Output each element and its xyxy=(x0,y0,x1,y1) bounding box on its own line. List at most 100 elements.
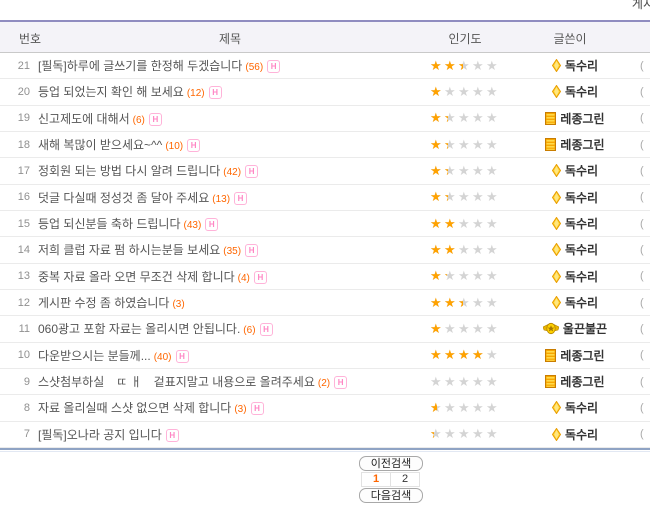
h-icon: H xyxy=(334,376,347,389)
star-fill: ★ xyxy=(444,296,457,310)
author-name[interactable]: 독수리 xyxy=(565,162,598,179)
author-name[interactable]: 독수리 xyxy=(565,241,598,258)
post-number: 14 xyxy=(0,244,36,256)
post-title-link[interactable]: 신고제도에 대해서 xyxy=(38,112,130,126)
table-row: 21[필독]하루에 글쓰기를 한정해 두겠습니다(56)H★★★★★★★★독수리… xyxy=(0,53,650,79)
table-row: 16덧글 다실때 정성것 좀 달아 주세요(13)H★★★★★★★독수리( xyxy=(0,185,650,211)
post-title-link[interactable]: 중복 자료 올라 오면 무조건 삭제 합니다 xyxy=(38,270,235,284)
clipped-column-fragment: ( xyxy=(640,218,650,230)
author-name[interactable]: 레종그린 xyxy=(560,347,604,364)
star-icon: ★ xyxy=(486,322,500,336)
clipped-column-fragment: ( xyxy=(640,165,650,177)
star-icon: ★ xyxy=(486,190,500,204)
header-title: 제목 xyxy=(0,30,460,47)
popularity-stars: ★★★★★★★ xyxy=(422,243,510,257)
star-fill: ★ xyxy=(458,59,463,73)
bulletin-board-table: 번호 제목 인기도 글쓴이 21[필독]하루에 글쓰기를 한정해 두겠습니다(5… xyxy=(0,20,650,452)
star-icon: ★★ xyxy=(430,322,444,336)
star-icon: ★★ xyxy=(444,243,458,257)
post-title-cell: 새해 복많이 받으세요~^^(10)H xyxy=(36,136,422,153)
star-fill: ★ xyxy=(444,190,448,204)
post-title-cell: 등업 되신분들 축하 드립니다(43)H xyxy=(36,215,422,232)
star-icon: ★ xyxy=(472,296,486,310)
table-row: 15등업 되신분들 축하 드립니다(43)H★★★★★★★독수리( xyxy=(0,211,650,237)
star-fill: ★ xyxy=(472,348,485,362)
post-title-link[interactable]: 정회원 되는 방법 다시 알려 드립니다 xyxy=(38,164,220,178)
stripes-icon xyxy=(545,349,556,362)
post-title-link[interactable]: 자료 올리실때 스샷 없으면 삭제 합니다 xyxy=(38,401,231,415)
star-icon: ★ xyxy=(458,243,472,257)
star-fill: ★ xyxy=(430,217,443,231)
star-fill: ★ xyxy=(430,164,443,178)
star-icon: ★ xyxy=(486,243,500,257)
table-row: 11060광고 포함 자료는 올리시면 안됩니다.(6)H★★★★★★울끈불끈( xyxy=(0,316,650,342)
prev-search-button[interactable]: 이전검색 xyxy=(359,456,423,471)
post-title-link[interactable]: 등업 되었는지 확인 해 보세요 xyxy=(38,85,184,99)
author-name[interactable]: 독수리 xyxy=(565,399,598,416)
clipped-column-fragment: ( xyxy=(640,428,650,440)
post-title-link[interactable]: 저희 클럽 자료 펌 하시는분들 보세요 xyxy=(38,243,220,257)
star-icon: ★ xyxy=(472,111,486,125)
author-name[interactable]: 독수리 xyxy=(565,268,598,285)
star-fill: ★ xyxy=(430,401,437,415)
star-icon: ★★ xyxy=(430,243,444,257)
diamond-icon xyxy=(552,243,561,256)
table-row: 19신고제도에 대해서(6)H★★★★★★★레종그린( xyxy=(0,106,650,132)
star-fill: ★ xyxy=(444,269,447,283)
post-title-cell: 게시판 수정 좀 하였습니다(3) xyxy=(36,294,422,311)
author-name[interactable]: 레종그린 xyxy=(560,110,604,127)
post-title-cell: 다운받으시는 분들께...(40)H xyxy=(36,347,422,364)
diamond-icon xyxy=(552,296,561,309)
star-icon: ★★ xyxy=(444,296,458,310)
star-icon: ★★ xyxy=(430,296,444,310)
comment-count: (3) xyxy=(172,299,184,310)
page-number[interactable]: 1 xyxy=(361,472,391,487)
star-icon: ★★ xyxy=(430,217,444,231)
author-cell: 독수리 xyxy=(510,215,640,232)
star-icon: ★ xyxy=(486,296,500,310)
post-title-link[interactable]: 덧글 다실때 정성것 좀 달아 주세요 xyxy=(38,191,209,205)
author-name[interactable]: 독수리 xyxy=(565,189,598,206)
star-icon: ★ xyxy=(472,401,486,415)
popularity-stars: ★★★★★★★ xyxy=(422,217,510,231)
star-icon: ★★ xyxy=(444,348,458,362)
author-name[interactable]: 울끈불끈 xyxy=(563,320,607,337)
page-number[interactable]: 2 xyxy=(390,472,420,487)
comment-count: (3) xyxy=(234,404,246,415)
post-title-cell: 자료 올리실때 스샷 없으면 삭제 합니다(3)H xyxy=(36,399,422,416)
h-icon: H xyxy=(149,113,162,126)
star-fill: ★ xyxy=(430,427,434,441)
post-title-link[interactable]: 다운받으시는 분들께... xyxy=(38,349,151,363)
comment-count: (35) xyxy=(223,246,241,257)
post-number: 21 xyxy=(0,60,36,72)
star-fill: ★ xyxy=(430,111,443,125)
comment-count: (13) xyxy=(212,194,230,205)
next-search-button[interactable]: 다음검색 xyxy=(359,488,423,503)
post-title-link[interactable]: 새해 복많이 받으세요~^^ xyxy=(38,138,162,152)
author-name[interactable]: 레종그린 xyxy=(560,136,604,153)
author-name[interactable]: 독수리 xyxy=(565,57,598,74)
author-name[interactable]: 레종그린 xyxy=(560,373,604,390)
star-icon: ★ xyxy=(472,85,486,99)
author-name[interactable]: 독수리 xyxy=(565,83,598,100)
post-number: 19 xyxy=(0,112,36,124)
post-title-link[interactable]: 등업 되신분들 축하 드립니다 xyxy=(38,217,180,231)
table-row: 18새해 복많이 받으세요~^^(10)H★★★★★★★레종그린( xyxy=(0,132,650,158)
h-icon: H xyxy=(209,86,222,99)
star-icon: ★★ xyxy=(458,348,472,362)
star-icon: ★ xyxy=(486,59,500,73)
star-icon: ★★ xyxy=(430,269,444,283)
author-name[interactable]: 독수리 xyxy=(565,426,598,443)
post-title-link[interactable]: 게시판 수정 좀 하였습니다 xyxy=(38,296,169,310)
h-icon: H xyxy=(254,271,267,284)
author-name[interactable]: 독수리 xyxy=(565,294,598,311)
post-title-link[interactable]: [필독]오나라 공지 입니다 xyxy=(38,428,162,442)
clipped-column-fragment: ( xyxy=(640,323,650,335)
post-title-link[interactable]: 060광고 포함 자료는 올리시면 안됩니다. xyxy=(38,322,240,336)
post-title-link[interactable]: 스샷첨부하실 ㄸ ㅐ 겉표지말고 내용으로 올려주세요 xyxy=(38,375,315,389)
author-name[interactable]: 독수리 xyxy=(565,215,598,232)
star-icon: ★★ xyxy=(458,59,472,73)
star-icon: ★★ xyxy=(444,111,458,125)
post-title-link[interactable]: [필독]하루에 글쓰기를 한정해 두겠습니다 xyxy=(38,59,242,73)
star-icon: ★ xyxy=(486,401,500,415)
